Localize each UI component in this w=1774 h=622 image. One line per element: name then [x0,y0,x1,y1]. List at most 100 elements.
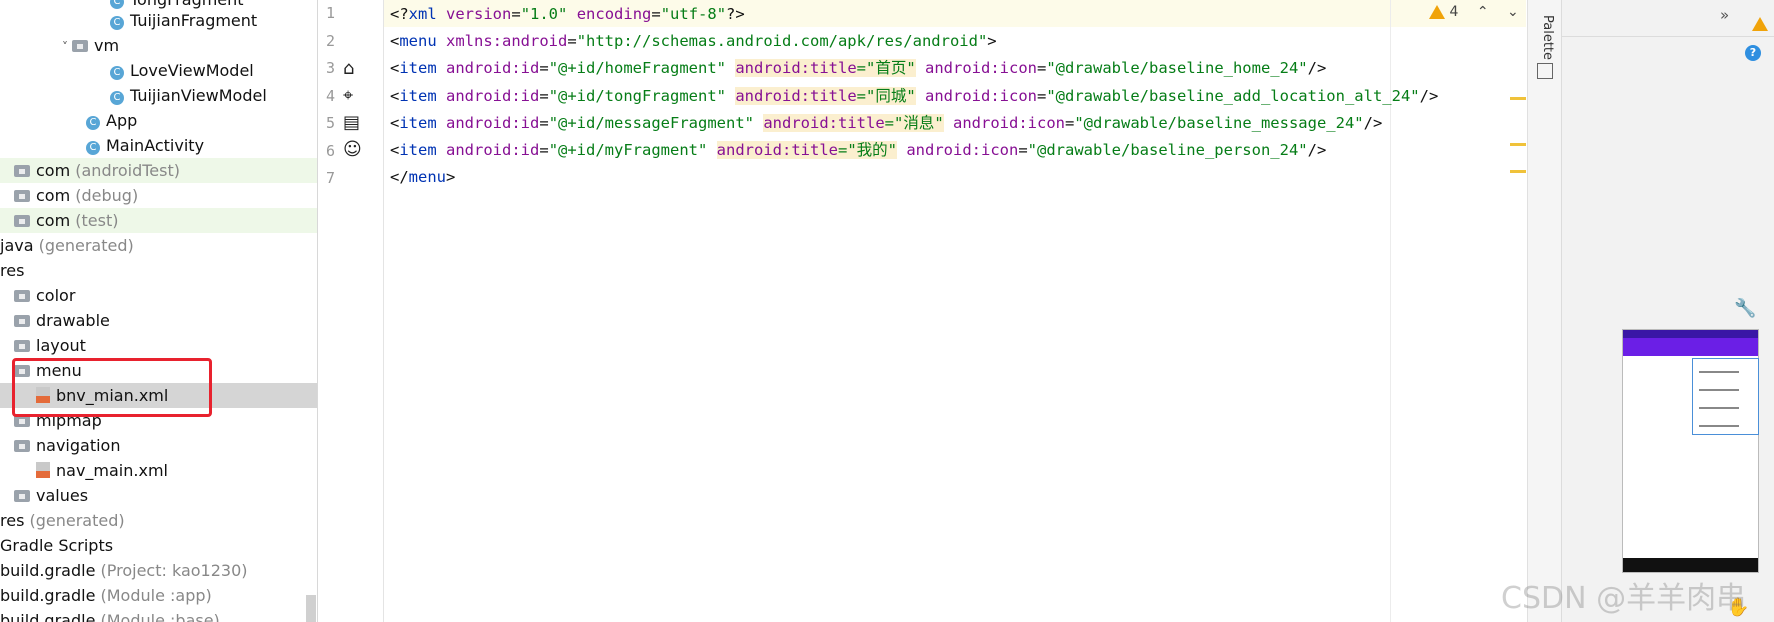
code-token: xmlns:android [446,32,568,51]
tree-item-detail: (test) [70,211,119,230]
code-token: < [390,141,400,159]
tree-item[interactable]: com (debug) [0,183,317,208]
tree-item[interactable]: C App [0,108,317,133]
tree-item[interactable]: com (test) [0,208,317,233]
code-token: item [399,86,437,105]
tree-item[interactable]: res [0,258,317,283]
tree-item-detail: (Module :app) [95,586,212,605]
home-icon: ⌂ [343,58,355,79]
code-token: android:title [735,86,857,105]
code-token: <? [390,5,409,23]
chevron-down-icon[interactable]: ⌄ [1507,4,1519,20]
chevron-down-icon[interactable]: ˅ [62,35,72,60]
tree-item[interactable]: color [0,283,317,308]
warning-icon [1429,5,1445,19]
code-token: /> [1307,59,1327,78]
tree-item[interactable]: java (generated) [0,233,317,258]
tree-item[interactable]: ˅ vm [0,33,317,58]
code-line[interactable]: <?xml version="1.0" encoding="utf-8"?> [390,2,745,27]
code-token: /> [1363,113,1383,132]
code-token: android:title [763,113,885,132]
tree-item[interactable]: build.gradle (Module :app) [0,583,317,608]
class-icon: C [110,66,124,80]
menu-preview [1692,358,1759,435]
add-location-icon: ⌖ [343,85,354,106]
tree-item-label: res [0,261,25,280]
wrench-icon[interactable]: 🔧 [1734,298,1756,319]
tree-item[interactable]: nav_main.xml [0,458,317,483]
tree-item[interactable]: drawable [0,308,317,333]
project-tree: CTongFragmentCTuijianFragment˅vmCLoveVie… [0,0,318,622]
palette-icon[interactable] [1537,63,1553,79]
tree-item[interactable]: values [0,483,317,508]
code-token: /> [1307,141,1327,159]
class-icon: C [110,91,124,105]
menu-preview-item [1699,407,1739,409]
tree-item-label: TuijianViewModel [130,86,267,105]
tree-item-label: drawable [36,311,110,330]
tree-item[interactable]: build.gradle (Module :base) [0,608,317,622]
tree-item[interactable]: C LoveViewModel [0,58,317,83]
code-token: = [1018,141,1028,159]
tree-item[interactable]: C MainActivity [0,133,317,158]
folder-icon [14,190,30,202]
code-token: < [390,32,400,51]
line-number: 2 [326,31,336,50]
tree-item-detail: (Module :base) [95,611,220,622]
tree-item[interactable]: navigation [0,433,317,458]
inspection-widget[interactable]: 4 ⌃ ⌄ [1429,4,1541,26]
code-token: = [511,5,521,23]
code-token: android:title [735,59,857,78]
code-line[interactable]: <item android:id="@+id/homeFragment" and… [390,56,1326,81]
code-token: version [446,5,512,23]
person-icon: ☺ [343,139,362,160]
warning-icon[interactable] [1752,13,1768,32]
code-line[interactable]: <item android:id="@+id/messageFragment" … [390,111,1382,136]
code-token: ="首页" [856,59,916,78]
tree-item-label: res [0,511,25,530]
menu-preview-item [1699,425,1739,427]
highlight-box [12,358,212,417]
code-token: > [987,32,997,51]
line-number: 7 [326,169,336,187]
error-stripe-mark[interactable] [1510,143,1526,146]
tree-item[interactable]: C TuijianFragment [0,8,317,33]
tree-item[interactable]: com (androidTest) [0,158,317,183]
code-token: android:icon [925,86,1037,105]
code-token: = [539,113,549,132]
code-token: android:id [446,113,540,132]
tree-item[interactable]: res (generated) [0,508,317,533]
tree-scrollbar[interactable] [306,595,316,622]
tree-item-label: com [36,161,71,180]
code-line[interactable]: <menu xmlns:android="http://schemas.andr… [390,29,997,54]
nav-bar [1623,558,1758,572]
tree-item[interactable]: build.gradle (Project: kao1230) [0,558,317,583]
code-token: item [399,141,437,159]
tree-item[interactable]: C TuijianViewModel [0,83,317,108]
palette-tab[interactable]: Palette [1540,15,1555,60]
tree-item-label: nav_main.xml [56,461,168,480]
error-stripe-mark[interactable] [1510,97,1526,100]
code-line[interactable]: </menu> [390,165,455,190]
code-line[interactable]: <item android:id="@+id/myFragment" andro… [390,138,1326,163]
error-stripe-mark[interactable] [1510,170,1526,173]
tree-item[interactable]: layout [0,333,317,358]
chevron-up-icon[interactable]: ⌃ [1477,4,1489,20]
tree-item[interactable]: Gradle Scripts [0,533,317,558]
help-icon[interactable]: ? [1745,45,1761,61]
code-token: = [1037,59,1047,78]
code-token: "@drawable/baseline_message_24" [1074,113,1364,132]
code-token: android:id [446,141,540,159]
code-token: ="同城" [856,86,916,105]
tree-item-label: build.gradle [0,561,96,580]
double-chevron-right-icon[interactable]: » [1720,6,1729,24]
code-token: </ [390,168,409,187]
code-token: menu [408,168,446,187]
code-token: "http://schemas.android.com/apk/res/andr… [576,32,988,51]
code-line[interactable]: <item android:id="@+id/tongFragment" and… [390,84,1438,109]
code-token: android:id [446,86,540,105]
folder-icon [14,290,30,302]
